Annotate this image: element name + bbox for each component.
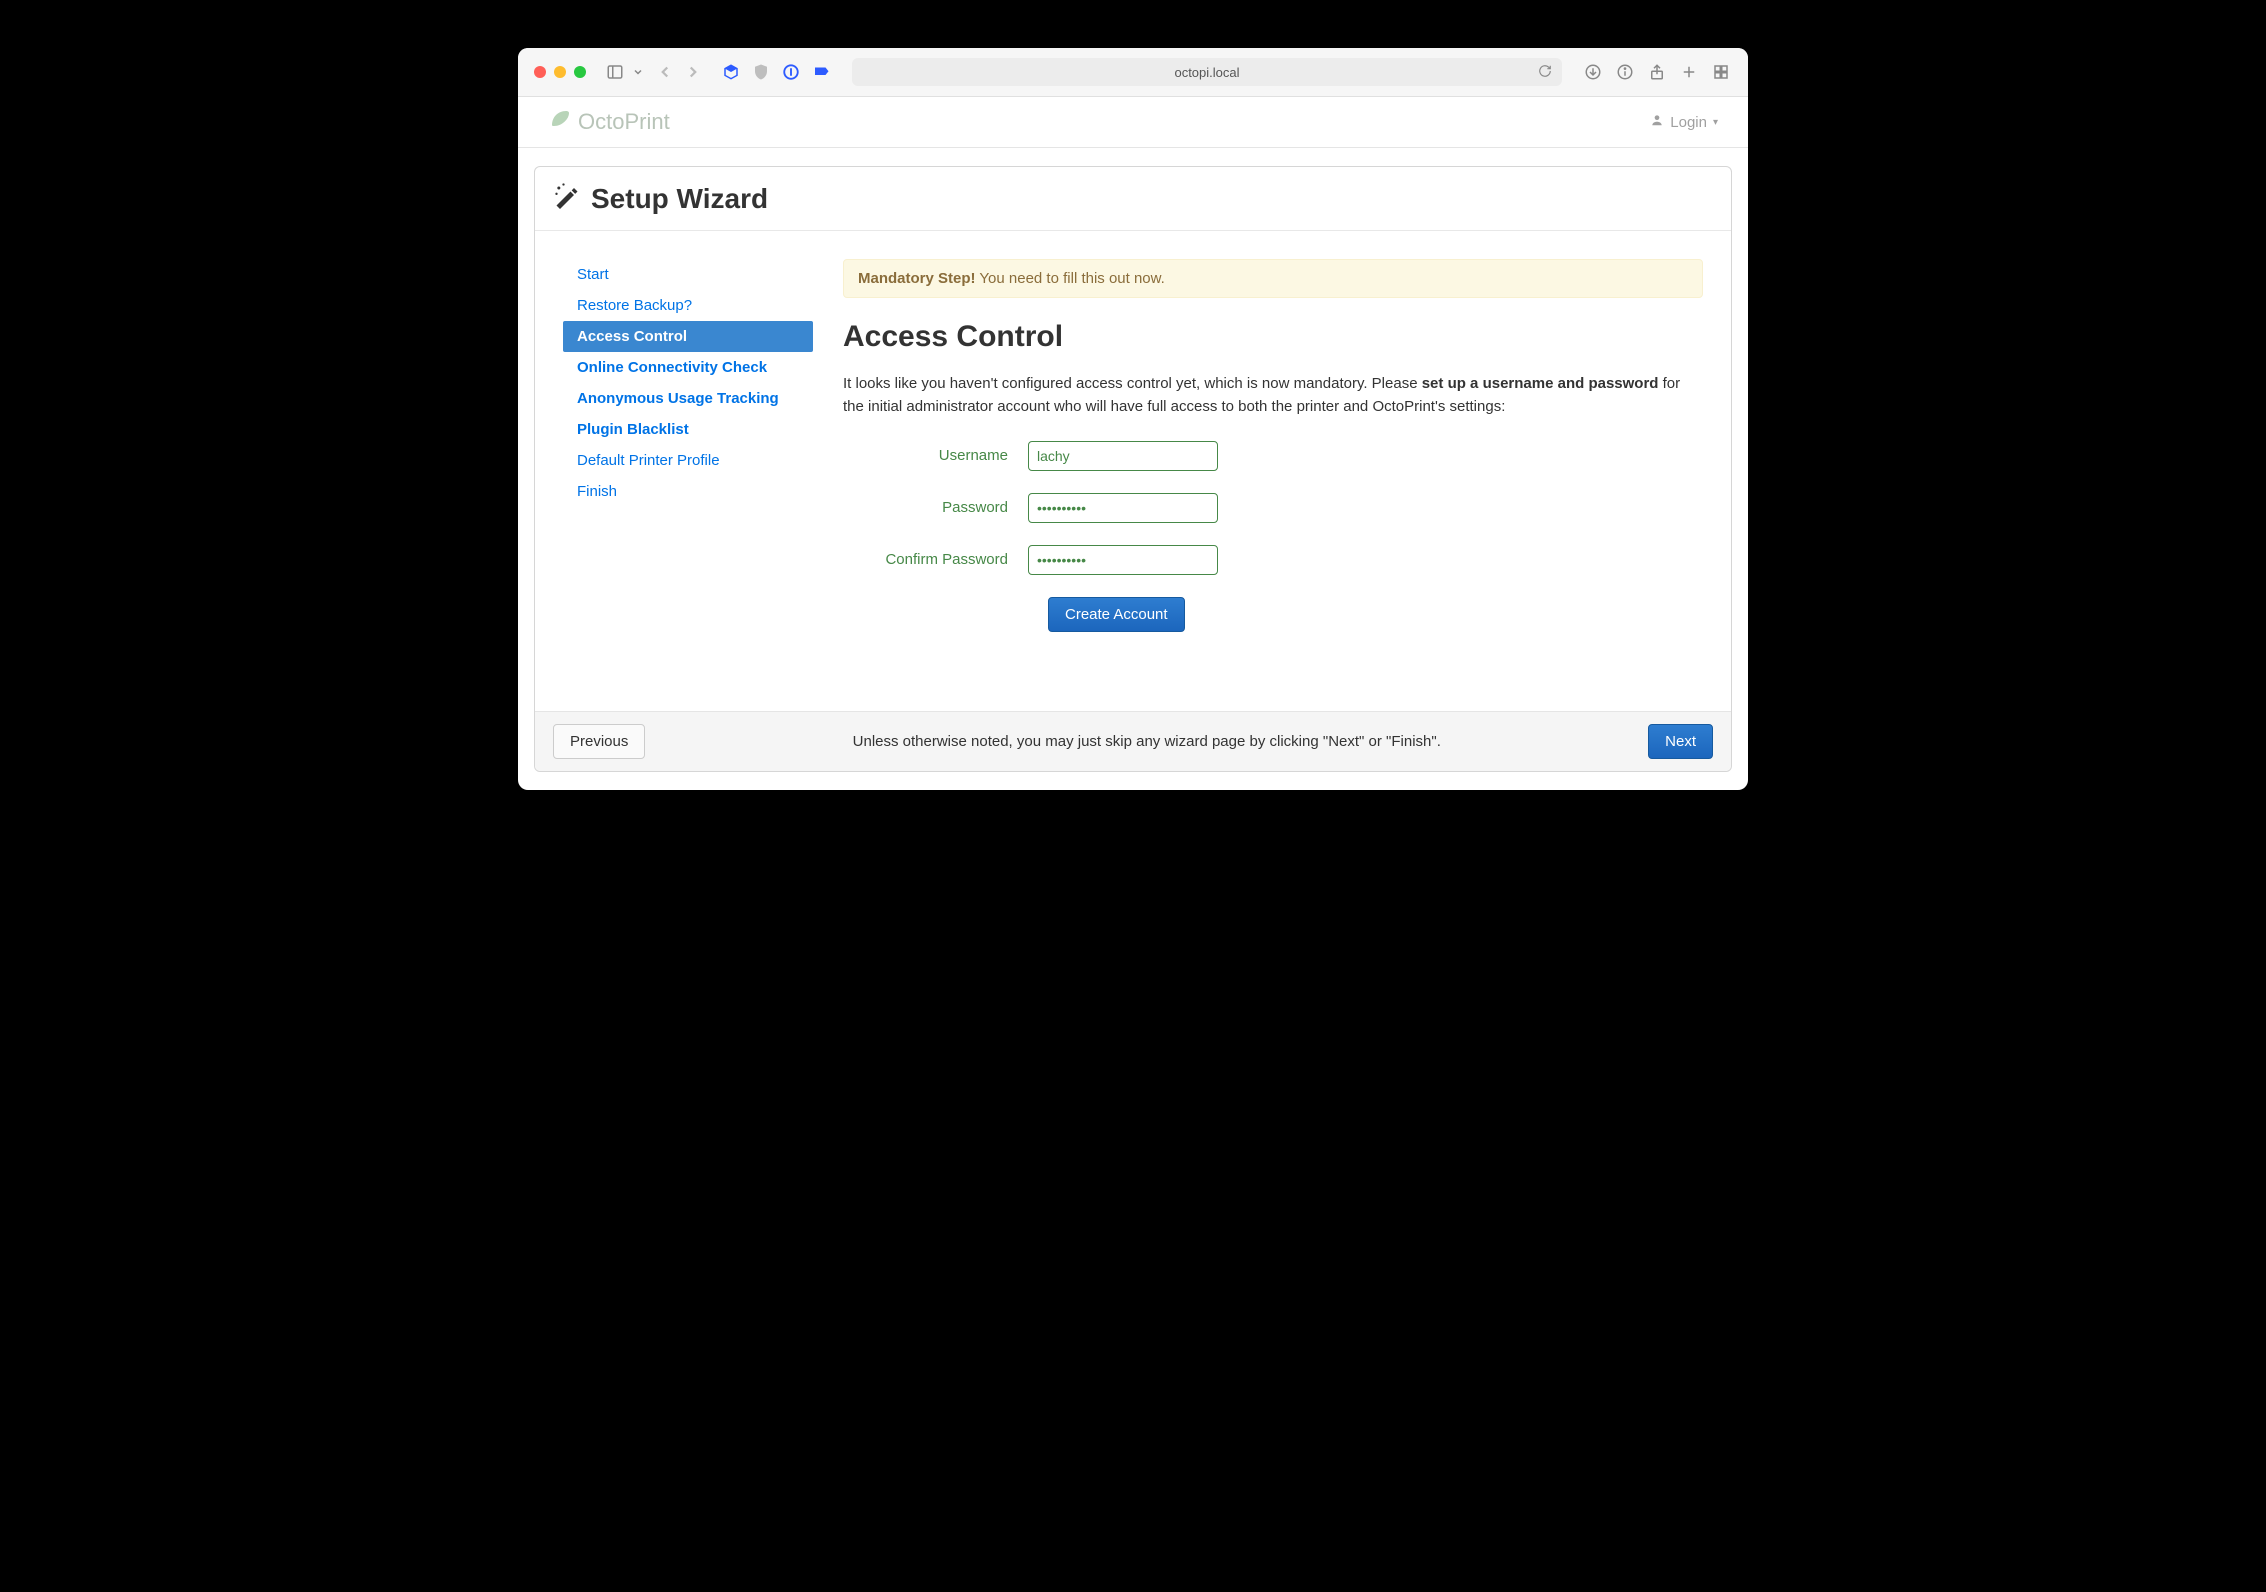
login-link[interactable]: Login ▾: [1650, 113, 1718, 131]
brand-text: OctoPrint: [578, 109, 670, 135]
traffic-lights: [534, 66, 586, 78]
page-heading: Access Control: [843, 320, 1703, 354]
next-button[interactable]: Next: [1648, 724, 1713, 759]
extension-cube-icon[interactable]: [720, 61, 742, 83]
extension-flag-icon[interactable]: [810, 61, 832, 83]
wizard-content: Mandatory Step! You need to fill this ou…: [843, 259, 1703, 671]
wizard-title: Setup Wizard: [535, 167, 1731, 231]
nav-back-icon[interactable]: [654, 61, 676, 83]
nav-forward-icon[interactable]: [682, 61, 704, 83]
sidebar-item-finish[interactable]: Finish: [563, 476, 813, 507]
login-label: Login: [1670, 114, 1707, 131]
window-close-icon[interactable]: [534, 66, 546, 78]
window-minimize-icon[interactable]: [554, 66, 566, 78]
sidebar-item-restore-backup[interactable]: Restore Backup?: [563, 290, 813, 321]
password-input[interactable]: [1028, 493, 1218, 523]
wizard-title-text: Setup Wizard: [591, 183, 768, 215]
wizard-steps-sidebar: Start Restore Backup? Access Control Onl…: [563, 259, 813, 671]
para-part-1: It looks like you haven't configured acc…: [843, 375, 1422, 392]
sidebar-icon: [604, 61, 626, 83]
password-row: Password: [843, 493, 1703, 523]
wizard-footer: Previous Unless otherwise noted, you may…: [535, 711, 1731, 771]
confirm-password-label: Confirm Password: [843, 551, 1028, 568]
create-account-button[interactable]: Create Account: [1048, 597, 1185, 632]
sidebar-item-plugin-blacklist[interactable]: Plugin Blacklist: [563, 414, 813, 445]
browser-toolbar: octopi.local: [518, 48, 1748, 97]
para-bold: set up a username and password: [1422, 375, 1659, 392]
wand-icon: [553, 181, 581, 216]
brand[interactable]: OctoPrint: [548, 107, 670, 137]
caret-down-icon: ▾: [1713, 117, 1718, 128]
alert-text: You need to fill this out now.: [976, 270, 1165, 287]
username-input[interactable]: [1028, 441, 1218, 471]
octoprint-logo-icon: [548, 107, 572, 137]
alert-strong: Mandatory Step!: [858, 270, 976, 287]
url-text: octopi.local: [1174, 65, 1239, 80]
sidebar-item-online-connectivity[interactable]: Online Connectivity Check: [563, 352, 813, 383]
extension-shield-icon[interactable]: [750, 61, 772, 83]
sidebar-item-anonymous-usage[interactable]: Anonymous Usage Tracking: [563, 383, 813, 414]
username-label: Username: [843, 447, 1028, 464]
confirm-password-row: Confirm Password: [843, 545, 1703, 575]
user-icon: [1650, 113, 1664, 131]
chevron-down-icon: [632, 61, 644, 83]
sidebar-item-default-printer-profile[interactable]: Default Printer Profile: [563, 445, 813, 476]
new-tab-icon[interactable]: [1678, 61, 1700, 83]
app-header: OctoPrint Login ▾: [518, 97, 1748, 148]
previous-button[interactable]: Previous: [553, 724, 645, 759]
sidebar-item-start[interactable]: Start: [563, 259, 813, 290]
downloads-icon[interactable]: [1582, 61, 1604, 83]
sidebar-item-access-control[interactable]: Access Control: [563, 321, 813, 352]
share-icon[interactable]: [1646, 61, 1668, 83]
password-label: Password: [843, 499, 1028, 516]
info-icon[interactable]: [1614, 61, 1636, 83]
browser-window: octopi.local: [518, 48, 1748, 790]
setup-wizard-panel: Setup Wizard Start Restore Backup? Acces…: [534, 166, 1732, 772]
tabs-overview-icon[interactable]: [1710, 61, 1732, 83]
page-paragraph: It looks like you haven't configured acc…: [843, 372, 1703, 419]
window-maximize-icon[interactable]: [574, 66, 586, 78]
extension-1password-icon[interactable]: [780, 61, 802, 83]
username-row: Username: [843, 441, 1703, 471]
reload-icon[interactable]: [1538, 64, 1552, 81]
mandatory-alert: Mandatory Step! You need to fill this ou…: [843, 259, 1703, 298]
sidebar-toggle[interactable]: [604, 61, 644, 83]
confirm-password-input[interactable]: [1028, 545, 1218, 575]
footer-hint: Unless otherwise noted, you may just ski…: [645, 733, 1648, 750]
url-bar[interactable]: octopi.local: [852, 58, 1562, 86]
